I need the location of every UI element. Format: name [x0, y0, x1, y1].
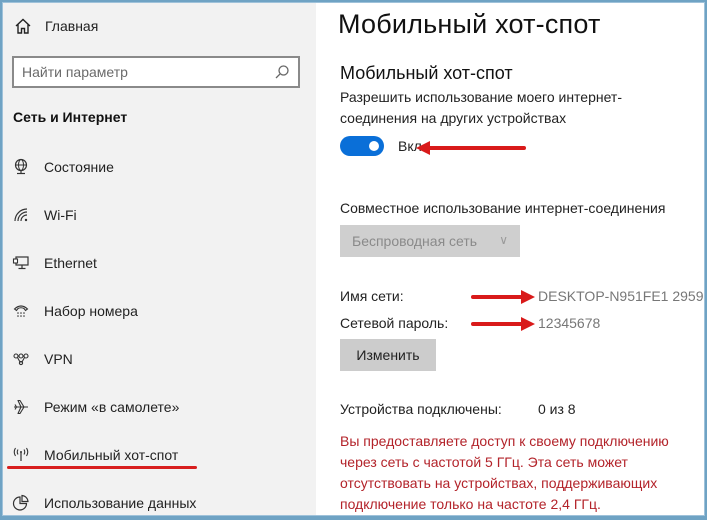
red-underline-annotation	[7, 466, 197, 469]
network-name-label: Имя сети:	[340, 288, 404, 304]
red-arrow-annotation	[416, 141, 526, 155]
vpn-icon	[11, 349, 31, 369]
change-button[interactable]: Изменить	[340, 339, 436, 371]
share-connection-label: Совместное использование интернет-соедин…	[340, 200, 666, 216]
main-content: Мобильный хот-спот Мобильный хот-спот Ра…	[316, 3, 704, 515]
sidebar-item-wifi[interactable]: Wi-Fi	[3, 191, 316, 239]
sidebar-item-label: Использование данных	[44, 495, 197, 511]
search-icon[interactable]	[274, 64, 290, 80]
search-input[interactable]	[22, 64, 274, 80]
devices-connected-label: Устройства подключены:	[340, 401, 502, 417]
sidebar-item-label: Набор номера	[44, 303, 138, 319]
ethernet-icon	[11, 253, 31, 273]
section-title: Сеть и Интернет	[13, 109, 128, 125]
sidebar-item-airplane[interactable]: Режим «в самолете»	[3, 383, 316, 431]
devices-connected-value: 0 из 8	[538, 401, 576, 417]
search-box[interactable]	[12, 56, 300, 88]
wifi-icon	[11, 205, 31, 225]
chevron-down-icon: ∨	[499, 233, 508, 247]
settings-window: Главная Сеть и Интернет Состояние Wi-Fi	[2, 2, 705, 516]
hotspot-toggle[interactable]	[340, 136, 384, 156]
red-arrow-annotation	[471, 290, 535, 304]
sidebar: Главная Сеть и Интернет Состояние Wi-Fi	[3, 3, 316, 515]
sidebar-item-label: Режим «в самолете»	[44, 399, 180, 415]
airplane-icon	[11, 397, 31, 417]
arrow-head	[521, 317, 535, 331]
network-name-value: DESKTOP-N951FE1 2959	[538, 288, 704, 304]
hotspot-icon	[11, 445, 31, 465]
arrow-head	[416, 141, 430, 155]
sidebar-item-label: Мобильный хот-спот	[44, 447, 179, 463]
section-heading: Мобильный хот-спот	[340, 63, 513, 83]
hotspot-toggle-row: Вкл.	[340, 136, 426, 156]
password-value: 12345678	[538, 315, 601, 331]
globe-monitor-icon	[11, 157, 31, 177]
dialup-phone-icon	[11, 301, 31, 321]
home-label: Главная	[45, 18, 99, 34]
pie-chart-icon	[11, 493, 31, 513]
sidebar-item-label: Состояние	[44, 159, 114, 175]
sidebar-item-hotspot[interactable]: Мобильный хот-спот	[3, 431, 316, 479]
share-connection-dropdown[interactable]: Беспроводная сеть ∨	[340, 225, 520, 257]
password-label: Сетевой пароль:	[340, 315, 449, 331]
sidebar-nav: Состояние Wi-Fi Ethernet Набор номера VP…	[3, 143, 316, 515]
sidebar-item-ethernet[interactable]: Ethernet	[3, 239, 316, 287]
sidebar-item-status[interactable]: Состояние	[3, 143, 316, 191]
sidebar-item-label: Ethernet	[44, 255, 97, 271]
sidebar-item-data-usage[interactable]: Использование данных	[3, 479, 316, 515]
sidebar-item-vpn[interactable]: VPN	[3, 335, 316, 383]
toggle-knob	[369, 141, 379, 151]
arrow-head	[521, 290, 535, 304]
sidebar-item-label: Wi-Fi	[44, 207, 77, 223]
home-link[interactable]: Главная	[13, 15, 98, 37]
sidebar-item-label: VPN	[44, 351, 73, 367]
hotspot-description: Разрешить использование моего интернет-с…	[340, 89, 623, 126]
red-arrow-annotation	[471, 317, 535, 331]
frequency-warning: Вы предоставляете доступ к своему подклю…	[340, 433, 669, 512]
page-title: Мобильный хот-спот	[338, 9, 601, 39]
dropdown-selected-value: Беспроводная сеть	[352, 233, 478, 249]
sidebar-item-dialup[interactable]: Набор номера	[3, 287, 316, 335]
home-icon	[13, 16, 33, 36]
